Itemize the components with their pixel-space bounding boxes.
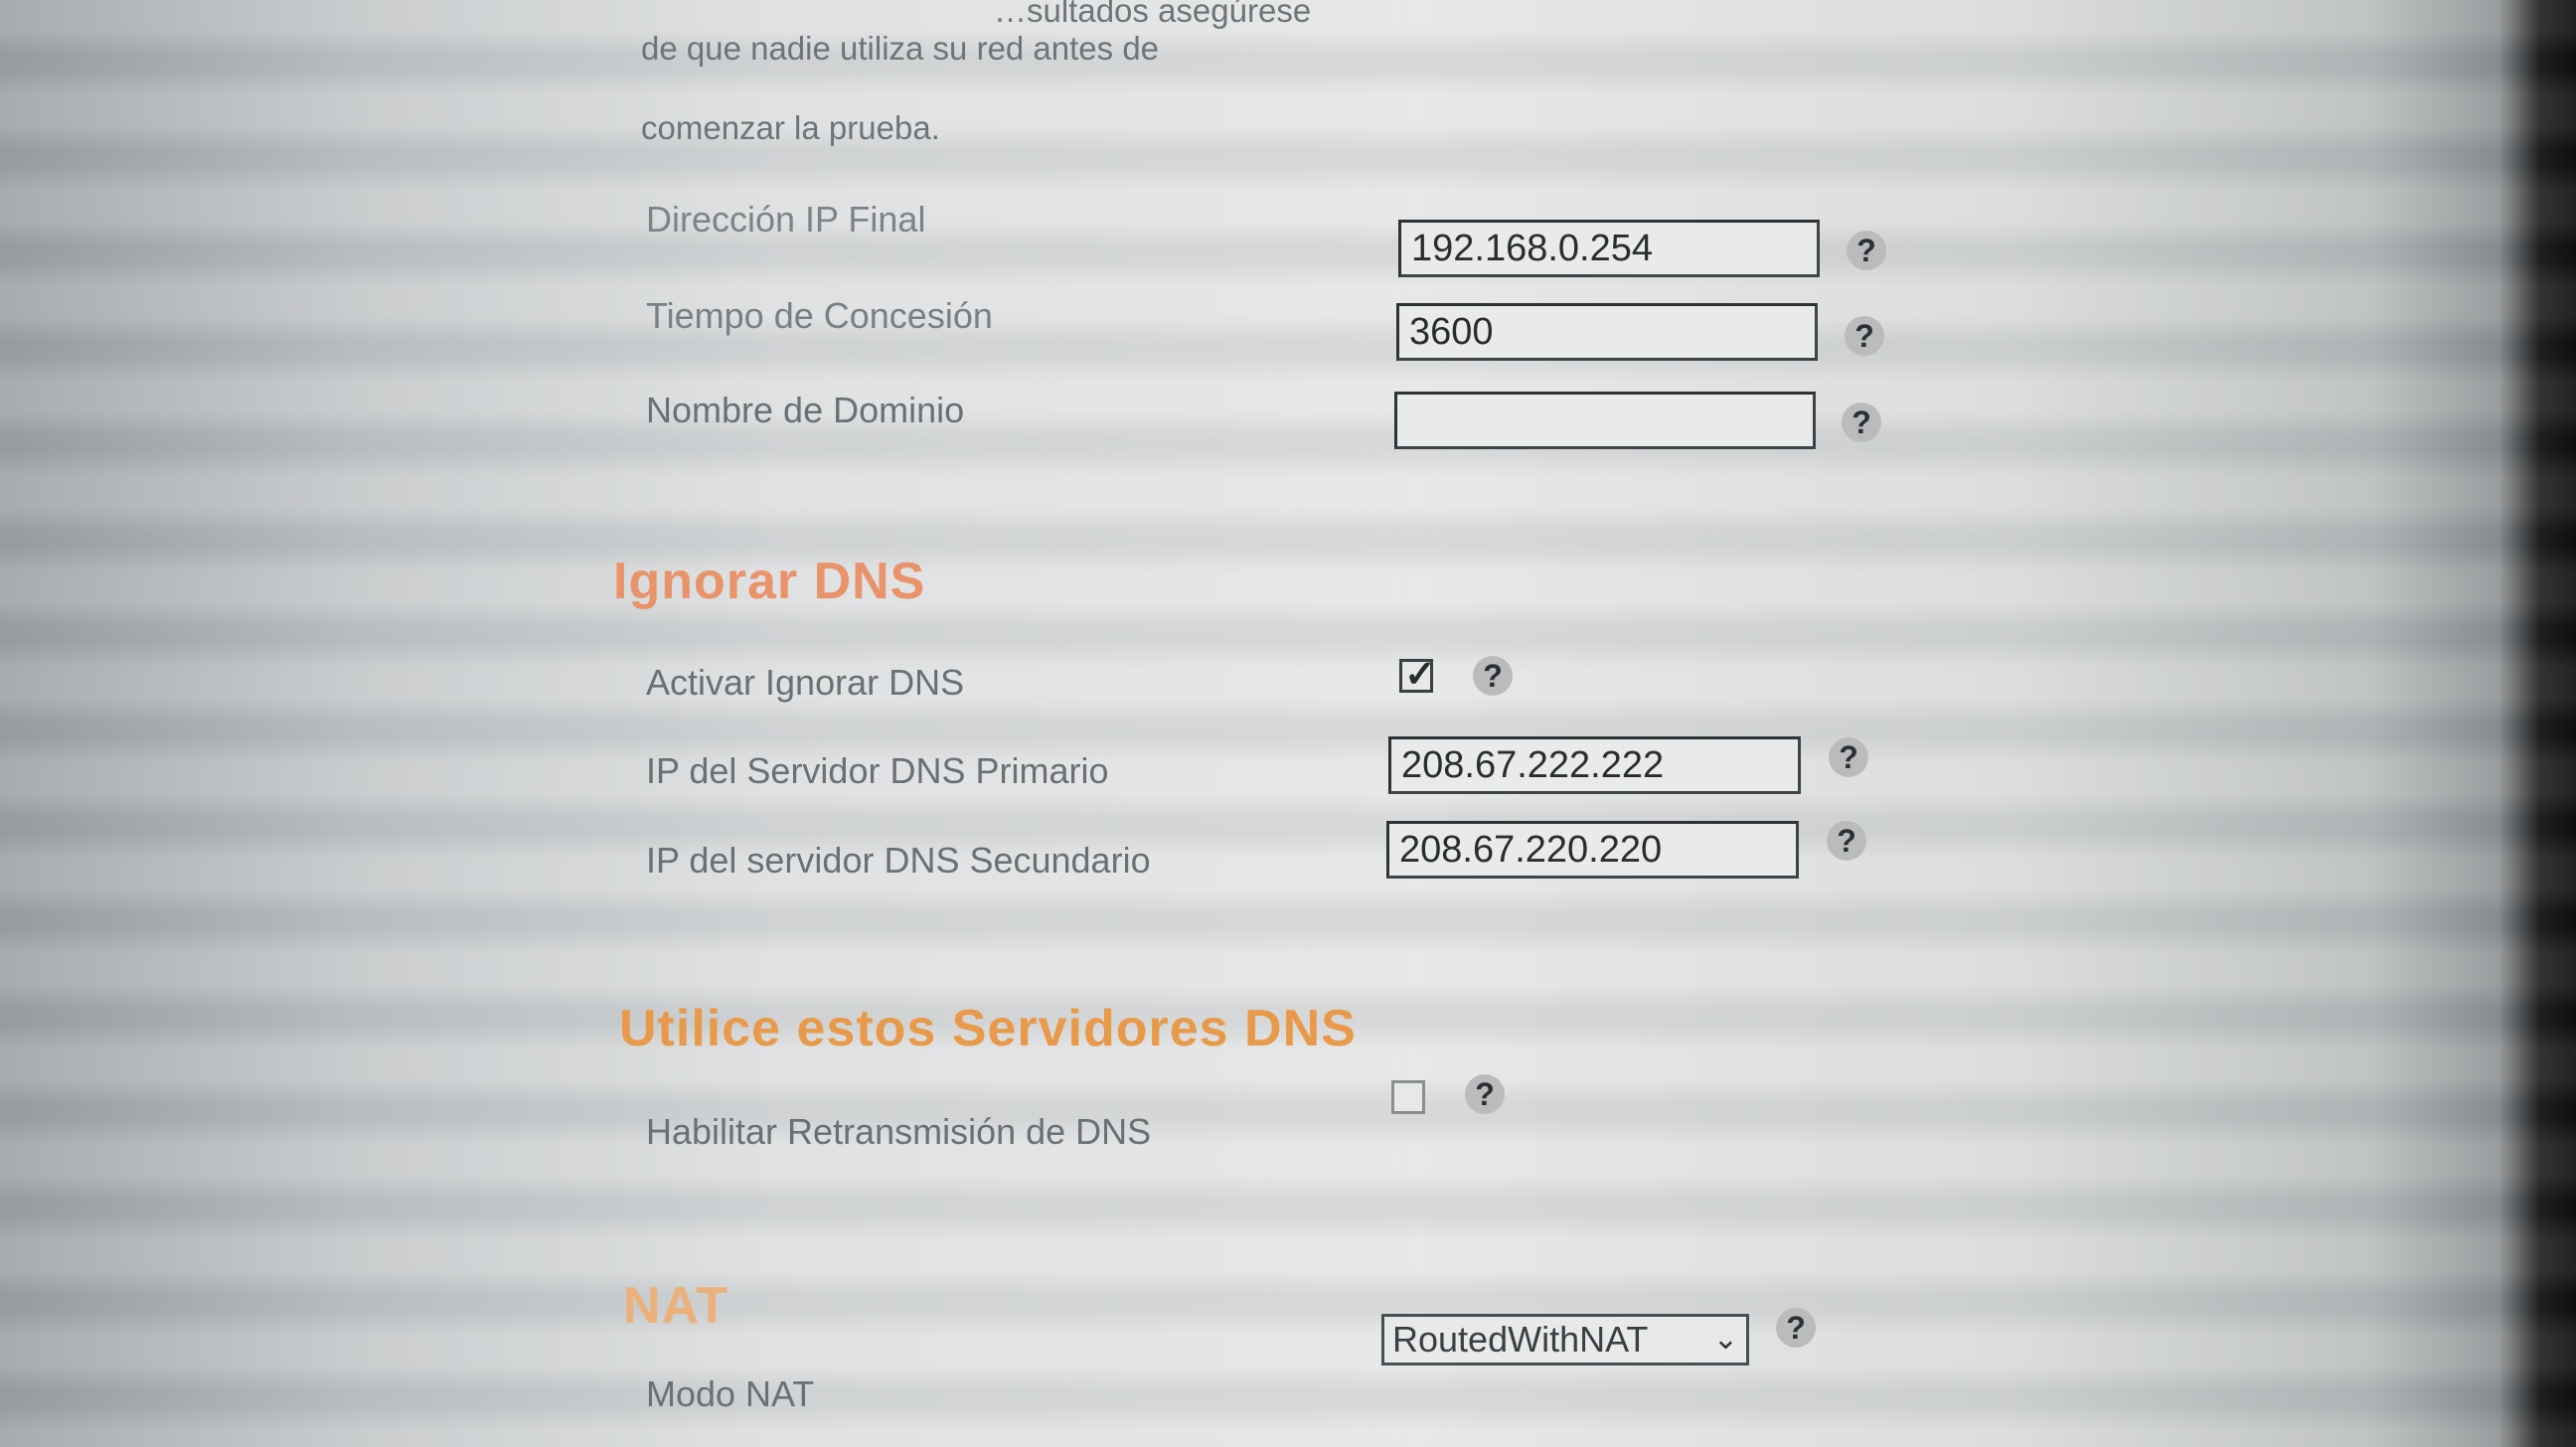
router-settings-page: …sultados asegúrese de que nadie utiliza…	[0, 0, 2576, 1447]
question-circle-icon[interactable]: ?	[1465, 1074, 1505, 1114]
question-circle-icon[interactable]: ?	[1473, 656, 1513, 696]
primary-dns-field[interactable]	[1388, 736, 1801, 794]
intro-text-line-1: …sultados asegúrese	[994, 0, 1312, 29]
primary-dns-label: IP del Servidor DNS Primario	[646, 750, 1109, 791]
enable-ignore-dns-label: Activar Ignorar DNS	[646, 662, 965, 703]
domain-name-label: Nombre de Dominio	[646, 390, 965, 430]
question-circle-icon[interactable]: ?	[1845, 316, 1884, 356]
end-ip-field[interactable]	[1398, 220, 1820, 277]
dns-relay-checkbox[interactable]	[1391, 1080, 1425, 1114]
question-circle-icon[interactable]: ?	[1827, 821, 1866, 861]
use-dns-servers-heading: Utilice estos Servidores DNS	[619, 1000, 1357, 1057]
secondary-dns-field[interactable]	[1386, 821, 1799, 879]
intro-text-line-3: comenzar la prueba.	[641, 109, 940, 146]
nat-heading: NAT	[623, 1277, 729, 1335]
end-ip-label: Dirección IP Final	[646, 199, 926, 240]
question-circle-icon[interactable]: ?	[1842, 402, 1881, 442]
nat-mode-label: Modo NAT	[646, 1373, 815, 1414]
chevron-down-icon: ⌄	[1712, 1323, 1738, 1356]
domain-name-field[interactable]	[1394, 392, 1816, 449]
ignore-dns-heading: Ignorar DNS	[613, 553, 926, 610]
nat-mode-select[interactable]: RoutedWithNAT ⌄	[1381, 1314, 1749, 1366]
question-circle-icon[interactable]: ?	[1776, 1308, 1816, 1348]
intro-text-line-2: de que nadie utiliza su red antes de	[641, 30, 1160, 67]
secondary-dns-label: IP del servidor DNS Secundario	[646, 840, 1151, 881]
lease-time-field[interactable]	[1396, 303, 1818, 361]
dns-relay-label: Habilitar Retransmisión de DNS	[646, 1111, 1152, 1152]
question-circle-icon[interactable]: ?	[1847, 231, 1886, 270]
question-circle-icon[interactable]: ?	[1829, 737, 1868, 777]
nat-mode-value: RoutedWithNAT	[1392, 1319, 1649, 1360]
enable-ignore-dns-checkbox[interactable]: ✓	[1399, 654, 1436, 696]
checkmark-icon: ✓	[1404, 654, 1436, 696]
lease-time-label: Tiempo de Concesión	[646, 295, 993, 336]
